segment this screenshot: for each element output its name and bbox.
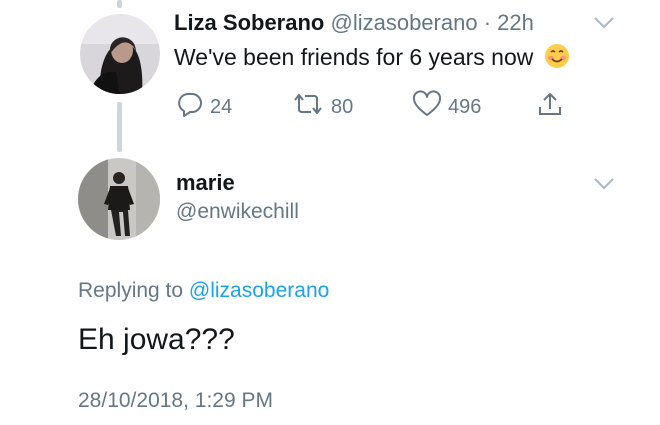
separator-dot: ·	[483, 10, 492, 35]
tweet-text: We've been friends for 6 years now	[174, 44, 534, 71]
reply-icon	[176, 90, 204, 124]
mention-link[interactable]: @lizasoberano	[189, 279, 329, 302]
avatar[interactable]	[78, 158, 160, 240]
retweet-button[interactable]: 80	[291, 90, 353, 124]
user-handle[interactable]: @enwikechill	[176, 200, 299, 224]
reply-button[interactable]: 24	[176, 90, 232, 124]
display-name[interactable]: marie	[176, 170, 235, 196]
reply-text: Eh jowa???	[78, 323, 235, 356]
reply-count: 24	[210, 95, 233, 118]
tweet-actions: 24 80 496	[174, 90, 594, 122]
smiling-face-icon	[544, 43, 570, 75]
display-name[interactable]: Liza Soberano	[174, 10, 324, 35]
tweet-header: Liza Soberano @lizasoberano · 22h	[174, 10, 534, 36]
tweet-timestamp[interactable]: 28/10/2018, 1:29 PM	[78, 389, 273, 413]
share-icon	[536, 90, 564, 124]
heart-icon	[412, 90, 442, 124]
replying-prefix: Replying to	[78, 279, 184, 302]
avatar[interactable]	[80, 14, 160, 94]
thread-line-top	[117, 0, 122, 8]
thread-line	[117, 102, 122, 152]
tweet-time[interactable]: 22h	[497, 10, 534, 35]
like-count: 496	[448, 95, 482, 118]
replying-to: Replying to @lizasoberano	[78, 279, 329, 303]
retweet-icon	[291, 90, 325, 124]
tweet-text-container: We've been friends for 6 years now	[174, 43, 570, 75]
chevron-down-icon[interactable]	[593, 177, 615, 196]
user-handle[interactable]: @lizasoberano	[330, 10, 477, 35]
retweet-count: 80	[331, 95, 354, 118]
like-button[interactable]: 496	[412, 90, 481, 124]
chevron-down-icon[interactable]	[593, 16, 615, 35]
share-button[interactable]	[536, 90, 564, 124]
